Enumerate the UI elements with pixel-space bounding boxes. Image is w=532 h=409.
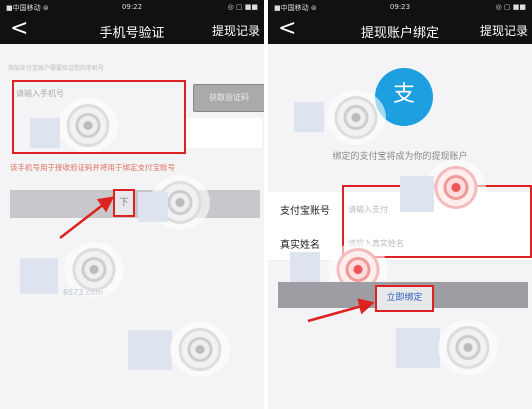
next-button[interactable] (10, 190, 260, 218)
next-button-highlight[interactable]: 下 (113, 189, 135, 217)
watermark-card (290, 252, 320, 282)
real-name-label: 真实姓名 (280, 240, 320, 251)
phone-number-input[interactable]: 请输入手机号 (16, 88, 64, 99)
watermark-icon (438, 320, 498, 375)
watermark-card (294, 102, 324, 132)
status-bar: ■中国移动 ⊜ 09:22 ◎ ▢ ■■ (0, 0, 264, 16)
phone-notice: 该手机号用于接收验证码并将用于绑定支付宝账号 (10, 163, 175, 172)
status-icons: ◎ ▢ ■■ (227, 3, 258, 11)
watermark-icon (426, 160, 486, 215)
alipay-account-label: 支付宝账号 (280, 206, 330, 217)
verify-hint: 添加支付宝账户需要验证您的手机号 (8, 65, 105, 72)
status-bar: ■中国移动 ⊜ 09:23 ◎ ▢ ■■ (268, 0, 532, 16)
withdraw-bind-screen: ■中国移动 ⊜ 09:23 ◎ ▢ ■■ < 提现账户绑定 提现记录 支 绑定的… (268, 0, 532, 409)
watermark-card (396, 328, 440, 368)
nav-bar: < 手机号验证 提现记录 (0, 16, 264, 44)
status-icons: ◎ ▢ ■■ (495, 3, 526, 11)
code-input[interactable] (186, 118, 262, 148)
site-watermark: 9573.com (63, 288, 103, 297)
watermark-card (400, 176, 434, 212)
watermark-card (138, 192, 168, 222)
phone-verification-screen: ■中国移动 ⊜ 09:22 ◎ ▢ ■■ < 手机号验证 提现记录 添加支付宝账… (0, 0, 264, 409)
watermark-card (20, 258, 58, 294)
nav-bar: < 提现账户绑定 提现记录 (268, 16, 532, 44)
withdraw-records-link[interactable]: 提现记录 (212, 22, 260, 39)
status-time: 09:23 (389, 3, 411, 11)
get-code-button[interactable]: 获取验证码 (193, 84, 264, 112)
watermark-card (128, 330, 172, 370)
watermark-icon (326, 90, 386, 145)
watermark-icon (170, 322, 230, 377)
status-time: 09:22 (121, 3, 143, 11)
bind-description: 绑定的支付宝将成为你的提现账户 (332, 152, 468, 162)
withdraw-records-link[interactable]: 提现记录 (480, 22, 528, 39)
bind-now-button[interactable]: 立即绑定 (375, 285, 434, 312)
